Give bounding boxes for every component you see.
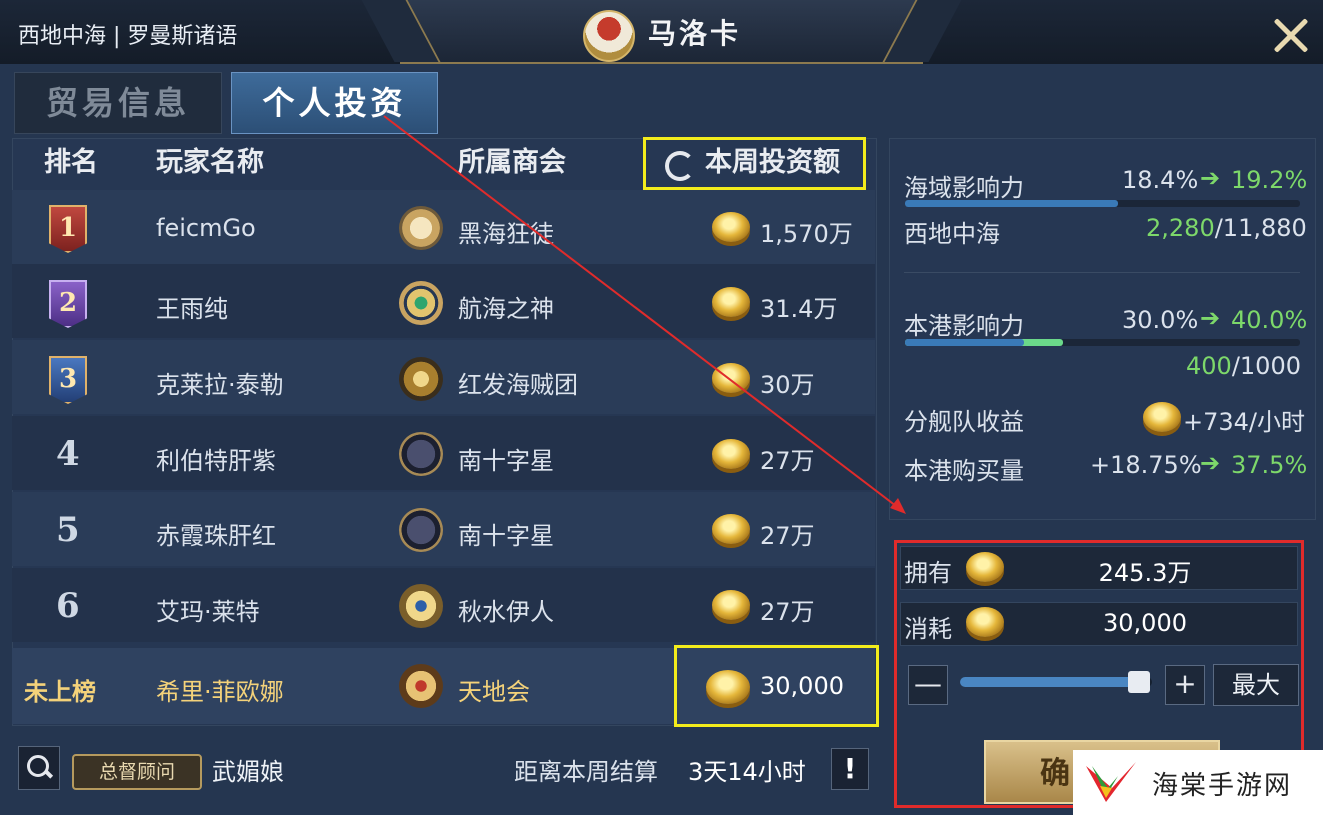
investment-amount: 27万 (760, 447, 815, 475)
player-name: 利伯特肝紫 (156, 447, 276, 475)
sea-influence-current: 18.4% (1122, 166, 1199, 194)
investment-amount: 31.4万 (760, 295, 838, 323)
rank-number: 4 (56, 434, 80, 474)
my-rank-status: 未上榜 (24, 677, 96, 706)
port-title: 马洛卡 (648, 17, 742, 50)
port-points: 400/1000 (1186, 352, 1301, 380)
guild-name: 秋水伊人 (458, 598, 554, 626)
settlement-label: 距离本周结算 (514, 758, 658, 786)
guild-emblem-icon (399, 357, 443, 401)
sea-region-label: 西地中海 | 罗曼斯诸语 (18, 24, 238, 49)
increase-arrow-icon: ➔ (1200, 449, 1221, 477)
guild-name: 南十字星 (458, 447, 554, 475)
port-flag-icon (583, 10, 635, 62)
tab-trade-info[interactable]: 贸易信息 (14, 72, 222, 134)
sea-region-current: 2,280 (1146, 214, 1215, 242)
gold-coin-icon (712, 439, 750, 469)
watermark-logo-icon (1086, 762, 1136, 802)
port-purchase-next: 37.5% (1231, 451, 1308, 479)
sea-influence-next: 19.2% (1231, 166, 1308, 194)
increase-arrow-icon: ➔ (1200, 164, 1221, 192)
guild-emblem-icon (399, 432, 443, 476)
investment-amount: 30万 (760, 371, 815, 399)
my-player-name: 希里·菲欧娜 (156, 678, 284, 706)
sea-influence-label: 海域影响力 (904, 174, 1024, 202)
port-purchase-current: +18.75% (1090, 451, 1202, 479)
tab-personal-invest[interactable]: 个人投资 (231, 72, 438, 134)
sort-column-highlight (643, 137, 866, 190)
port-points-current: 400 (1186, 352, 1232, 380)
player-name: 艾玛·莱特 (156, 598, 260, 626)
gold-coin-icon (712, 590, 750, 620)
column-player-name: 玩家名称 (156, 147, 264, 178)
column-guild: 所属商会 (458, 147, 566, 178)
guild-name: 黑海狂徒 (458, 220, 554, 248)
guild-name: 红发海贼团 (458, 371, 578, 399)
title-badge: 总督顾问 (72, 754, 202, 790)
rank-number: 5 (56, 510, 80, 550)
guild-emblem-icon (399, 508, 443, 552)
fleet-income-label: 分舰队收益 (904, 408, 1024, 436)
settlement-countdown: 3天14小时 (688, 758, 806, 786)
gold-coin-icon (712, 514, 750, 544)
gold-coin-icon (712, 363, 750, 393)
watermark-text: 海棠手游网 (1152, 771, 1293, 801)
fleet-income-value: +734/小时 (1183, 408, 1306, 436)
player-name: 克莱拉·泰勒 (156, 371, 284, 399)
port-influence-bar-fill (905, 339, 1024, 346)
advisor-name[interactable]: 武媚娘 (212, 752, 284, 787)
column-rank: 排名 (44, 147, 98, 178)
close-icon[interactable] (1271, 16, 1311, 56)
guild-name: 南十字星 (458, 522, 554, 550)
guild-emblem-icon (399, 584, 443, 628)
divider (904, 272, 1300, 273)
sea-region-points: 2,280/11,880 (1146, 214, 1307, 242)
rank-badge-silver: 2 (49, 280, 87, 328)
investment-amount: 1,570万 (760, 220, 853, 248)
player-name: feicmGo (156, 214, 256, 242)
guild-name: 航海之神 (458, 295, 554, 323)
gold-coin-icon (712, 212, 750, 242)
player-name: 赤霞珠肝红 (156, 522, 276, 550)
port-influence-label: 本港影响力 (904, 312, 1024, 340)
guild-emblem-icon (399, 281, 443, 325)
guild-emblem-icon (399, 206, 443, 250)
gold-coin-icon (712, 287, 750, 317)
port-influence-next: 40.0% (1231, 306, 1308, 334)
port-purchase-label: 本港购买量 (904, 457, 1024, 485)
player-name: 王雨纯 (156, 295, 228, 323)
rank-badge-gold: 1 (49, 205, 87, 253)
investment-amount: 27万 (760, 522, 815, 550)
sea-influence-bar-fill (905, 200, 1119, 207)
port-influence-current: 30.0% (1122, 306, 1199, 334)
gold-coin-icon (1143, 402, 1181, 432)
my-amount-highlight (674, 645, 879, 727)
sea-region-total: /11,880 (1214, 214, 1307, 242)
rank-badge-bronze: 3 (49, 356, 87, 404)
my-guild-name: 天地会 (458, 678, 530, 706)
rank-number: 6 (56, 586, 80, 626)
info-button[interactable]: ! (831, 748, 869, 790)
increase-arrow-icon: ➔ (1200, 304, 1221, 332)
guild-emblem-icon (399, 664, 443, 708)
port-points-total: /1000 (1231, 352, 1301, 380)
investment-amount: 27万 (760, 598, 815, 626)
sea-region-name: 西地中海 (904, 220, 1000, 248)
